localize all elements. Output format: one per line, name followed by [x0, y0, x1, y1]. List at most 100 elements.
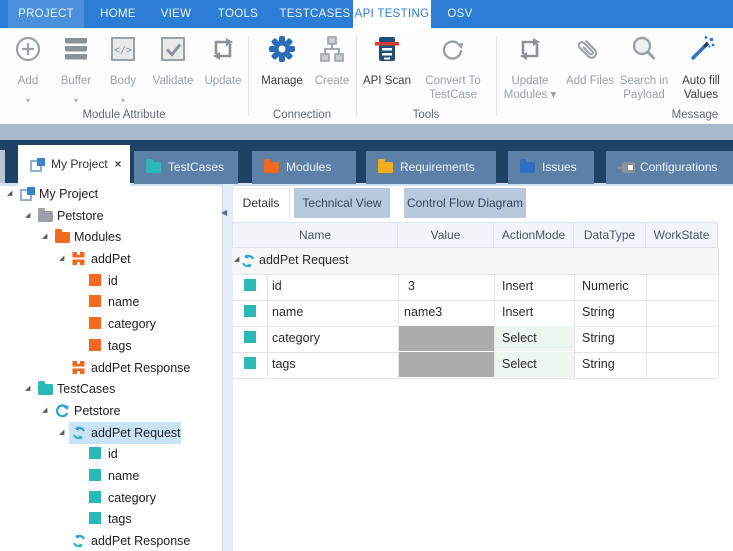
menu-tools[interactable]: TOOLS: [212, 0, 264, 28]
attribute-icon: [89, 491, 101, 503]
tree-item-addpet[interactable]: ◢ addPet: [0, 248, 222, 270]
tab-details[interactable]: Details: [232, 188, 290, 218]
tree-item-attribute[interactable]: category: [0, 487, 222, 509]
ribbon-separator: [496, 36, 497, 116]
tab-technical-view[interactable]: Technical View: [294, 188, 390, 218]
group-label-tools: Tools: [356, 108, 496, 122]
tree-item-attribute[interactable]: name: [0, 465, 222, 487]
column-header-value[interactable]: Value: [398, 222, 494, 248]
expander-icon[interactable]: ◢: [25, 212, 30, 220]
button-label: Add Files: [562, 74, 618, 88]
cell-name: category: [272, 326, 320, 352]
tree-item-addpet-request[interactable]: ◢ addPet Request: [0, 422, 222, 444]
expander-icon[interactable]: ◢: [234, 256, 239, 264]
testcase-icon: [55, 404, 69, 423]
grid-line: [718, 248, 719, 378]
refresh-icon: [72, 534, 86, 551]
folder-icon: [38, 384, 53, 395]
cell-name: tags: [272, 352, 296, 378]
add-files-button[interactable]: Add Files: [562, 28, 618, 124]
tree-item-addpet-response-testcase[interactable]: addPet Response: [0, 530, 222, 551]
expander-icon[interactable]: ◢: [42, 407, 47, 415]
attribute-icon: [244, 305, 256, 317]
project-icon: [20, 187, 35, 201]
cell-datatype[interactable]: Numeric: [582, 274, 629, 300]
menu-api-testing[interactable]: API TESTING: [353, 0, 431, 28]
folder-icon: [146, 162, 161, 173]
cell-value[interactable]: name3: [404, 300, 442, 326]
cell-actionmode[interactable]: Select: [502, 352, 537, 378]
menu-view[interactable]: VIEW: [154, 0, 198, 28]
tree-item-label: id: [108, 443, 118, 465]
attribute-icon: [244, 279, 256, 291]
column-header-datatype[interactable]: DataType: [574, 222, 646, 248]
button-label: Buffer: [52, 74, 100, 88]
tree-item-addpet-response-module[interactable]: addPet Response: [0, 357, 222, 379]
tree-item-petstore-testcase[interactable]: ◢ Petstore: [0, 400, 222, 422]
button-label: Update: [200, 74, 246, 88]
grid-row-category[interactable]: category Select String: [232, 326, 718, 353]
tab-configurations[interactable]: Configurations: [606, 151, 733, 184]
attribute-icon: [89, 512, 101, 524]
menu-home[interactable]: HOME: [96, 0, 140, 28]
expander-icon[interactable]: ◢: [59, 255, 64, 263]
tree-item-attribute[interactable]: id: [0, 443, 222, 465]
chevron-down-icon[interactable]: ▾: [102, 96, 144, 105]
menu-project[interactable]: PROJECT: [8, 0, 84, 28]
tree-item-testcases[interactable]: ◢ TestCases: [0, 378, 222, 400]
tab-scroll-stub[interactable]: [0, 150, 5, 184]
column-header-workstate[interactable]: WorkState: [646, 222, 718, 248]
column-header-actionmode[interactable]: ActionMode: [494, 222, 574, 248]
tree-item-modules[interactable]: ◢ Modules: [0, 226, 222, 248]
cell-datatype[interactable]: String: [582, 352, 615, 378]
cell-datatype[interactable]: String: [582, 326, 615, 352]
tab-modules[interactable]: Modules: [252, 151, 356, 184]
cell-actionmode[interactable]: Insert: [502, 274, 533, 300]
tree-item-attribute[interactable]: tags: [0, 335, 222, 357]
grid-row-id[interactable]: id 3 Insert Numeric: [232, 274, 718, 301]
collapse-left-icon[interactable]: ◀: [221, 208, 227, 217]
tree-item-attribute[interactable]: category: [0, 313, 222, 335]
tree-item-attribute[interactable]: tags: [0, 508, 222, 530]
tree-item-label: addPet Request: [91, 422, 181, 444]
cell-actionmode[interactable]: Insert: [502, 300, 533, 326]
expander-icon[interactable]: ◢: [7, 190, 12, 198]
folder-icon: [520, 162, 535, 173]
chevron-down-icon[interactable]: ▾: [6, 96, 50, 105]
tree-item-attribute[interactable]: name: [0, 291, 222, 313]
paperclip-icon: [575, 34, 605, 64]
close-icon[interactable]: ×: [110, 145, 126, 184]
tree-item-petstore-module[interactable]: ◢ Petstore: [0, 205, 222, 227]
project-icon: [30, 158, 45, 172]
menu-testcases[interactable]: TESTCASES: [278, 0, 352, 28]
menu-osv[interactable]: OSV: [438, 0, 482, 28]
tab-testcases[interactable]: TestCases: [134, 151, 238, 184]
tab-control-flow-diagram[interactable]: Control Flow Diagram: [404, 188, 526, 218]
expander-icon[interactable]: ◢: [25, 385, 30, 393]
cell-value[interactable]: 3: [408, 274, 415, 300]
attribute-icon: [89, 274, 101, 286]
tree-item-attribute[interactable]: id: [0, 270, 222, 292]
grid-row-tags[interactable]: tags Select String: [232, 352, 718, 379]
tab-requirements[interactable]: Requirements: [366, 151, 496, 184]
app-window: PROJECT HOME VIEW TOOLS TESTCASES API TE…: [0, 0, 733, 551]
chevron-down-icon[interactable]: ▾: [52, 96, 100, 105]
grid-row-name[interactable]: name name3 Insert String: [232, 300, 718, 327]
validate-icon: [158, 34, 188, 64]
tab-issues[interactable]: Issues: [508, 151, 594, 184]
cell-datatype[interactable]: String: [582, 300, 615, 326]
ribbon: Add ▾ Buffer ▾ </> Body ▾ Validate: [0, 28, 733, 125]
group-row-label: addPet Request: [259, 248, 349, 274]
attribute-icon: [244, 357, 256, 369]
expander-icon[interactable]: ◢: [59, 429, 64, 437]
expander-icon[interactable]: ◢: [42, 233, 47, 241]
column-header-name[interactable]: Name: [232, 222, 398, 248]
tab-label: Modules: [286, 151, 331, 184]
button-label: Payload: [618, 88, 670, 102]
tab-label: Requirements: [400, 151, 475, 184]
tree-item-label: id: [108, 270, 118, 292]
tab-my-project[interactable]: My Project ×: [18, 145, 130, 187]
update-modules-button[interactable]: Update Modules ▾: [500, 28, 560, 124]
cell-actionmode[interactable]: Select: [502, 326, 537, 352]
grid-group-row[interactable]: ◢ addPet Request: [232, 248, 718, 275]
